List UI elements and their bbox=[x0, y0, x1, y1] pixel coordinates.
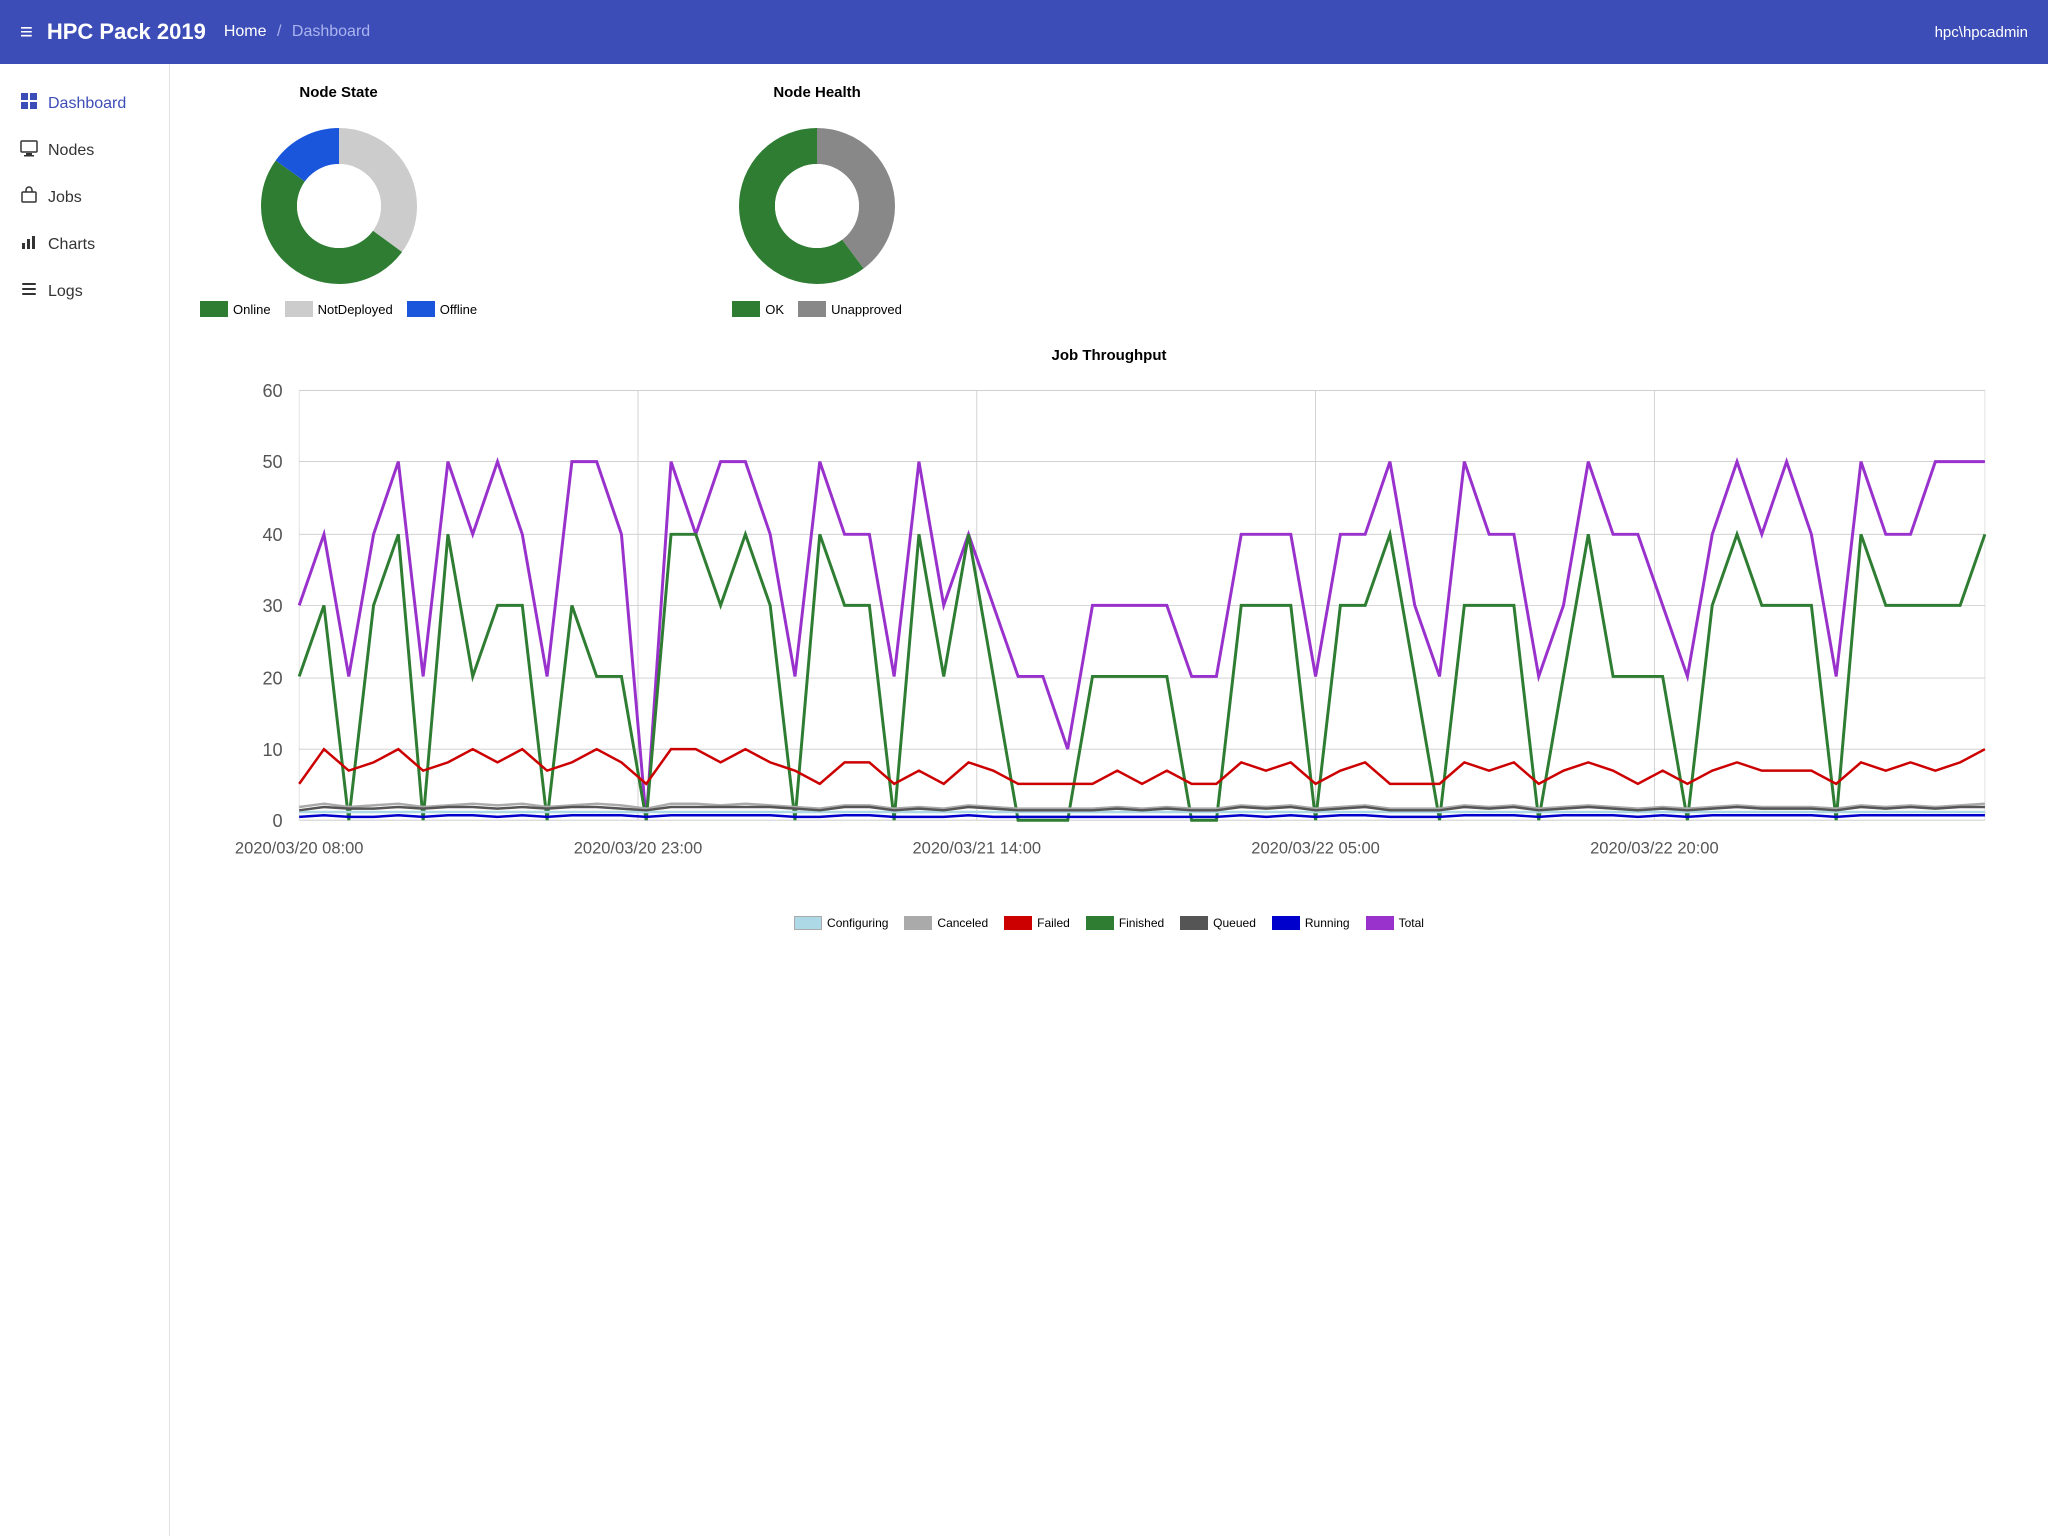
tl-failed-label: Failed bbox=[1037, 916, 1070, 930]
legend-ok-label: OK bbox=[765, 302, 784, 317]
user-display: hpc\hpcadmin bbox=[1935, 24, 2028, 41]
tl-running-label: Running bbox=[1305, 916, 1350, 930]
svg-text:50: 50 bbox=[262, 452, 282, 472]
sidebar-item-dashboard[interactable]: Dashboard bbox=[0, 80, 169, 127]
throughput-svg: 0 10 20 30 40 50 60 bbox=[200, 374, 2018, 903]
main-content: Node State Online NotDep bbox=[170, 64, 2048, 1536]
svg-text:60: 60 bbox=[262, 381, 282, 401]
tl-total-color bbox=[1366, 916, 1394, 930]
tl-queued-color bbox=[1180, 916, 1208, 930]
node-state-title: Node State bbox=[299, 84, 377, 101]
node-state-legend: Online NotDeployed Offline bbox=[200, 301, 477, 317]
tl-canceled: Canceled bbox=[904, 916, 988, 930]
dashboard-icon bbox=[20, 92, 38, 115]
legend-unapproved-label: Unapproved bbox=[831, 302, 902, 317]
legend-online-color bbox=[200, 301, 228, 317]
svg-text:40: 40 bbox=[262, 525, 282, 545]
svg-text:10: 10 bbox=[262, 740, 282, 760]
sidebar-label-dashboard: Dashboard bbox=[48, 95, 126, 113]
sidebar-item-jobs[interactable]: Jobs bbox=[0, 174, 169, 221]
breadcrumb-home[interactable]: Home bbox=[224, 23, 267, 40]
monitor-icon bbox=[20, 139, 38, 162]
tl-queued: Queued bbox=[1180, 916, 1256, 930]
tl-configuring: Configuring bbox=[794, 916, 888, 930]
legend-ok-color bbox=[732, 301, 760, 317]
tl-finished-label: Finished bbox=[1119, 916, 1164, 930]
tl-total: Total bbox=[1366, 916, 1424, 930]
svg-text:2020/03/20 23:00: 2020/03/20 23:00 bbox=[574, 838, 703, 857]
sidebar-label-nodes: Nodes bbox=[48, 142, 94, 160]
legend-online-label: Online bbox=[233, 302, 271, 317]
briefcase-icon bbox=[20, 186, 38, 209]
tl-canceled-color bbox=[904, 916, 932, 930]
main-layout: Dashboard Nodes Jobs bbox=[0, 64, 2048, 1536]
svg-text:2020/03/21 14:00: 2020/03/21 14:00 bbox=[912, 838, 1041, 857]
tl-queued-label: Queued bbox=[1213, 916, 1256, 930]
node-health-title: Node Health bbox=[773, 84, 861, 101]
legend-offline-label: Offline bbox=[440, 302, 477, 317]
tl-configuring-label: Configuring bbox=[827, 916, 888, 930]
breadcrumb-current: Dashboard bbox=[292, 23, 370, 40]
tl-failed-color bbox=[1004, 916, 1032, 930]
sidebar-label-jobs: Jobs bbox=[48, 189, 82, 207]
tl-total-label: Total bbox=[1399, 916, 1424, 930]
sidebar: Dashboard Nodes Jobs bbox=[0, 64, 170, 1536]
sidebar-label-charts: Charts bbox=[48, 236, 95, 254]
throughput-chart-area: 0 10 20 30 40 50 60 bbox=[200, 374, 2018, 908]
legend-offline-color bbox=[407, 301, 435, 317]
breadcrumb: Home / Dashboard bbox=[224, 23, 370, 41]
tl-failed: Failed bbox=[1004, 916, 1070, 930]
legend-notdeployed-label: NotDeployed bbox=[318, 302, 393, 317]
sidebar-item-nodes[interactable]: Nodes bbox=[0, 127, 169, 174]
sidebar-item-charts[interactable]: Charts bbox=[0, 221, 169, 268]
throughput-section: Job Throughput 0 10 20 30 bbox=[200, 347, 2018, 930]
donut-charts-row: Node State Online NotDep bbox=[200, 84, 2018, 317]
tl-finished-color bbox=[1086, 916, 1114, 930]
legend-unapproved-color bbox=[798, 301, 826, 317]
svg-text:2020/03/22 20:00: 2020/03/22 20:00 bbox=[1590, 838, 1719, 857]
node-health-svg bbox=[717, 111, 917, 291]
svg-text:0: 0 bbox=[273, 811, 283, 831]
app-header: ≡ HPC Pack 2019 Home / Dashboard hpc\hpc… bbox=[0, 0, 2048, 64]
tl-finished: Finished bbox=[1086, 916, 1164, 930]
svg-text:2020/03/22 05:00: 2020/03/22 05:00 bbox=[1251, 838, 1380, 857]
tl-canceled-label: Canceled bbox=[937, 916, 988, 930]
breadcrumb-sep: / bbox=[277, 23, 281, 40]
legend-notdeployed-color bbox=[285, 301, 313, 317]
sidebar-item-logs[interactable]: Logs bbox=[0, 268, 169, 315]
sidebar-label-logs: Logs bbox=[48, 283, 83, 301]
legend-unapproved: Unapproved bbox=[798, 301, 902, 317]
throughput-legend: Configuring Canceled Failed Finished Que… bbox=[200, 916, 2018, 930]
menu-icon[interactable]: ≡ bbox=[20, 19, 33, 45]
node-health-legend: OK Unapproved bbox=[732, 301, 902, 317]
list-icon bbox=[20, 280, 38, 303]
tl-configuring-color bbox=[794, 916, 822, 930]
svg-text:2020/03/20 08:00: 2020/03/20 08:00 bbox=[235, 838, 364, 857]
legend-notdeployed: NotDeployed bbox=[285, 301, 393, 317]
svg-text:30: 30 bbox=[262, 596, 282, 616]
legend-online: Online bbox=[200, 301, 271, 317]
tl-running: Running bbox=[1272, 916, 1350, 930]
node-health-chart: Node Health OK Unapproved bbox=[717, 84, 917, 317]
node-state-chart: Node State Online NotDep bbox=[200, 84, 477, 317]
throughput-title: Job Throughput bbox=[200, 347, 2018, 364]
app-title: HPC Pack 2019 bbox=[47, 19, 206, 45]
legend-ok: OK bbox=[732, 301, 784, 317]
node-state-svg bbox=[239, 111, 439, 291]
bar-chart-icon bbox=[20, 233, 38, 256]
legend-offline: Offline bbox=[407, 301, 477, 317]
svg-text:20: 20 bbox=[262, 669, 282, 689]
tl-running-color bbox=[1272, 916, 1300, 930]
